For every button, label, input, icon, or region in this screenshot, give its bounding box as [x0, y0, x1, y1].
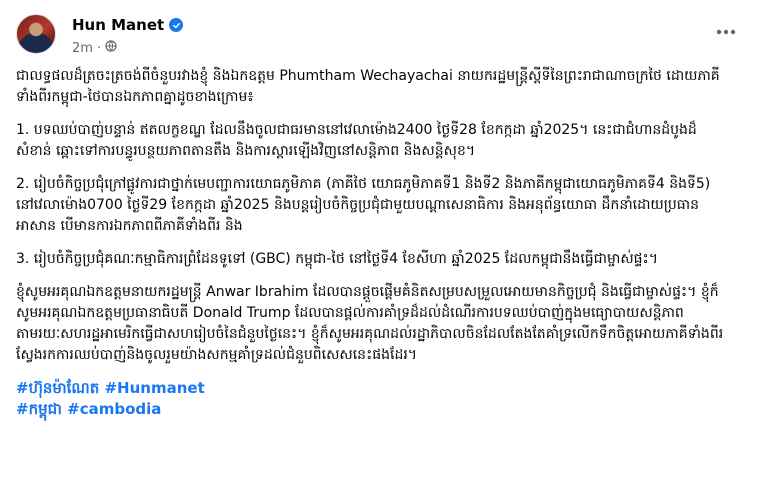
author-name[interactable]: Hun Manet	[72, 16, 164, 34]
globe-icon	[105, 40, 117, 56]
hashtags: #ហ៊ុនម៉ាណែត #Hunmanet #កម្ពុជា #cambodia	[16, 378, 728, 420]
post-time[interactable]: 2m	[72, 41, 93, 56]
post-paragraph-point-1: 1. បទឈប់បាញ់បន្ទាន់ ឥតលក្ខខណ្ឌ ដែលនឹងចូល…	[16, 122, 697, 159]
post-paragraph-intro: ជាលទ្ធផលដ៏ត្រចះត្រចង់ពីចំនួបរវាងខ្ញុំ និ…	[16, 68, 720, 105]
hashtag-line: #កម្ពុជា #cambodia	[16, 399, 728, 420]
more-options-icon[interactable]	[712, 20, 740, 44]
hashtag-link[interactable]: #Hunmanet	[104, 379, 204, 397]
meta-separator: ·	[96, 40, 102, 56]
hashtag-link[interactable]: #cambodia	[67, 400, 161, 418]
post-paragraph-point-2: 2. រៀបចំកិច្ចប្រជុំក្រៅផ្លូវការជាថ្នាក់ម…	[16, 176, 711, 234]
avatar[interactable]	[16, 14, 56, 54]
post-body: ជាលទ្ធផលដ៏ត្រចះត្រចង់ពីចំនួបរវាងខ្ញុំ និ…	[16, 66, 728, 420]
hashtag-link[interactable]: #កម្ពុជា	[16, 400, 62, 418]
hashtag-line: #ហ៊ុនម៉ាណែត #Hunmanet	[16, 378, 728, 399]
post-paragraph-thanks: ខ្ញុំសូមអរគុណឯកឧត្តមនាយករដ្ឋមន្ត្រី Anwa…	[16, 284, 724, 363]
post-paragraph-point-3: 3. រៀបចំកិច្ចប្រជុំគណៈកម្មាធិការព្រំដែនទ…	[16, 251, 658, 267]
post-header: Hun Manet 2m ·	[16, 14, 744, 64]
hashtag-link[interactable]: #ហ៊ុនម៉ាណែត	[16, 379, 99, 397]
verified-badge-icon	[169, 18, 184, 32]
author-row: Hun Manet	[72, 16, 184, 34]
post-meta: 2m ·	[72, 40, 117, 56]
